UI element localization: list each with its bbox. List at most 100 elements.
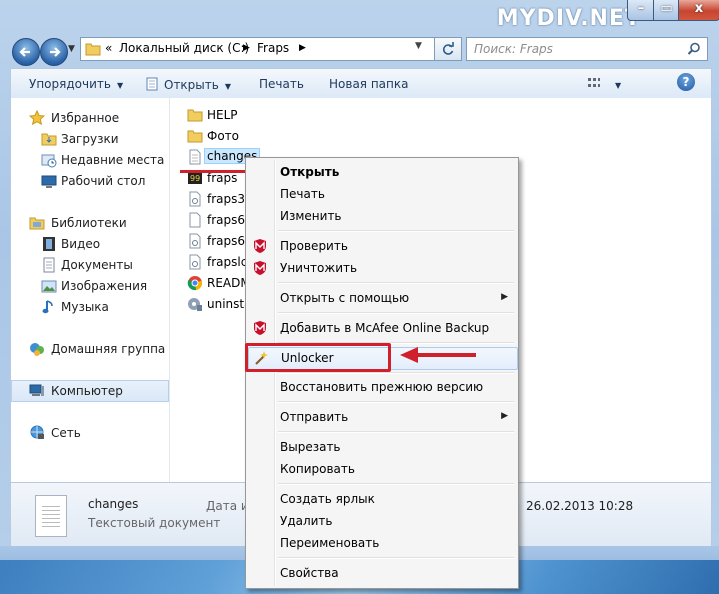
address-bar[interactable]: « Локальный диск (C:) ▶ Fraps ▶ ▼ [80, 37, 462, 61]
address-segment-folder[interactable]: Fraps [257, 41, 289, 55]
sidebar-item-homegroup[interactable]: Домашняя группа [11, 339, 167, 359]
red-arrow-annotation [400, 347, 476, 363]
star-icon [29, 110, 45, 126]
menu-separator [278, 372, 514, 374]
menu-item-rename[interactable]: Переименовать [248, 533, 516, 554]
pictures-icon [41, 280, 57, 293]
menu-item-restore-version[interactable]: Восстановить прежнюю версию [248, 377, 516, 398]
folder-icon [85, 43, 101, 56]
downloads-folder-icon [41, 133, 57, 146]
maximize-button[interactable]: ▭ [653, 0, 680, 21]
red-highlight-box [245, 343, 391, 372]
submenu-arrow-icon: ▶ [501, 411, 508, 421]
dll-file-icon [189, 191, 201, 207]
command-bar: Упорядочить ▼ Открыть ▼ Печать Новая папка… [10, 68, 712, 99]
details-file-type: Текстовый документ [88, 516, 221, 530]
menu-item-create-shortcut[interactable]: Создать ярлык [248, 489, 516, 510]
music-icon [42, 300, 53, 314]
sidebar-item-video[interactable]: Видео [11, 234, 167, 254]
dll-file-icon [189, 254, 201, 270]
mcafee-shield-icon [254, 261, 266, 275]
sidebar-item-computer[interactable]: Компьютер [11, 380, 169, 402]
menu-item-cut[interactable]: Вырезать [248, 437, 516, 458]
title-bar: MYDIV.NET – ▭ x [0, 0, 719, 34]
menu-separator [278, 312, 514, 314]
context-menu: Открыть Печать Изменить Проверить Уничто… [245, 157, 519, 589]
menu-item-open-with[interactable]: Открыть с помощью ▶ [248, 288, 516, 309]
sidebar-item-music[interactable]: Музыка [11, 297, 167, 317]
new-folder-button[interactable]: Новая папка [329, 77, 408, 91]
list-item[interactable]: HELP [187, 105, 487, 125]
sidebar-item-libraries[interactable]: Библиотеки [11, 213, 167, 233]
network-icon [30, 425, 44, 439]
list-item[interactable]: Фото [187, 126, 487, 146]
menu-separator [278, 401, 514, 403]
close-button[interactable]: x [678, 0, 719, 21]
sidebar-item-downloads[interactable]: Загрузки [11, 129, 167, 149]
homegroup-icon [30, 343, 44, 356]
folder-icon [187, 130, 203, 143]
documents-icon [43, 257, 55, 273]
search-icon[interactable] [687, 42, 701, 56]
menu-separator [278, 557, 514, 559]
menu-item-print[interactable]: Печать [248, 184, 516, 205]
red-underline-annotation [180, 170, 246, 173]
menu-item-delete[interactable]: Удалить [248, 511, 516, 532]
menu-item-mcafee-backup[interactable]: Добавить в McAfee Online Backup [248, 318, 516, 339]
computer-icon [29, 384, 44, 396]
menu-item-send-to[interactable]: Отправить ▶ [248, 407, 516, 428]
sidebar-item-documents[interactable]: Документы [11, 255, 167, 275]
address-segment-drive[interactable]: Локальный диск (C:) [119, 41, 249, 55]
search-placeholder: Поиск: Fraps [474, 42, 553, 56]
refresh-icon [442, 42, 454, 55]
address-dropdown-icon[interactable]: ▼ [415, 41, 422, 51]
back-button[interactable] [12, 38, 40, 66]
menu-separator [278, 282, 514, 284]
text-document-icon [35, 495, 67, 537]
menu-item-scan[interactable]: Проверить [248, 236, 516, 257]
menu-item-properties[interactable]: Свойства [248, 563, 516, 584]
menu-item-destroy[interactable]: Уничтожить [248, 258, 516, 279]
menu-separator [278, 230, 514, 232]
organize-button[interactable]: Упорядочить ▼ [29, 77, 123, 91]
sidebar-item-pictures[interactable]: Изображения [11, 276, 167, 296]
chevron-right-icon[interactable]: ▶ [243, 43, 250, 53]
menu-item-edit[interactable]: Изменить [248, 206, 516, 227]
menu-item-copy[interactable]: Копировать [248, 459, 516, 480]
view-options-button[interactable]: ▼ [587, 77, 621, 91]
video-icon [43, 237, 55, 251]
menu-item-open[interactable]: Открыть [248, 162, 516, 183]
refresh-button[interactable] [434, 37, 462, 61]
dll-file-icon [189, 233, 201, 249]
menu-separator [278, 483, 514, 485]
sidebar-item-recent[interactable]: Недавние места [11, 150, 167, 170]
sidebar-item-network[interactable]: Сеть [11, 423, 167, 443]
mcafee-shield-icon [254, 239, 266, 253]
menu-separator [278, 431, 514, 433]
print-button[interactable]: Печать [259, 77, 304, 91]
sidebar-item-favorites[interactable]: Избранное [11, 108, 167, 128]
chrome-icon [187, 276, 202, 291]
recent-places-icon [41, 154, 57, 168]
details-date-value: 26.02.2013 10:28 [526, 499, 634, 513]
arrow-right-icon [50, 47, 61, 57]
open-button[interactable]: Открыть ▼ [145, 77, 231, 92]
text-file-icon [189, 149, 201, 165]
libraries-icon [29, 217, 45, 230]
folder-icon [187, 109, 203, 122]
minimize-button[interactable]: – [627, 0, 655, 21]
forward-button[interactable] [40, 38, 68, 66]
mcafee-shield-icon [254, 321, 266, 335]
arrow-left-icon [19, 47, 30, 57]
search-input[interactable]: Поиск: Fraps [466, 37, 708, 61]
chevron-right-icon[interactable]: ▶ [299, 43, 306, 53]
uninstall-icon [188, 298, 202, 311]
navigation-pane: Избранное Загрузки Недавние места Рабочи… [11, 98, 170, 482]
watermark: MYDIV.NET [496, 6, 641, 31]
recent-pages-dropdown[interactable]: ▼ [68, 44, 75, 54]
help-icon[interactable]: ? [677, 73, 695, 91]
svg-text:99: 99 [190, 174, 200, 183]
submenu-arrow-icon: ▶ [501, 292, 508, 302]
notepad-icon [146, 77, 158, 91]
sidebar-item-desktop[interactable]: Рабочий стол [11, 171, 167, 191]
